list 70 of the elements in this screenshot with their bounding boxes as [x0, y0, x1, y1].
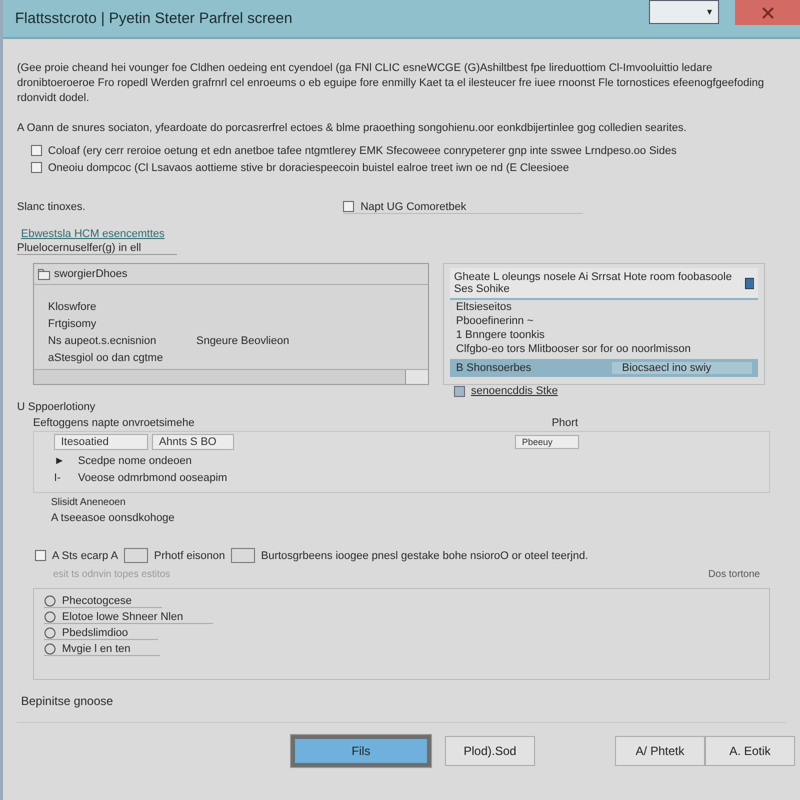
checkbox[interactable] — [35, 550, 46, 561]
checkbox[interactable] — [343, 201, 354, 212]
list-item[interactable]: Ns aupeot.s.ecnisnion — [48, 335, 156, 347]
field-label: Eeftoggens napte onvroetsimehe — [33, 417, 194, 429]
list-value: Sngeure Beovlieon — [196, 335, 290, 347]
circle-icon — [44, 643, 56, 655]
list-item[interactable]: Mvgie l en ten — [62, 643, 130, 655]
note-text: A Oann de snures sociaton, yfeardoate do porcasrerfrel ectoes & blme praoething songohienu.oor eonkdbijertinlee gog colledien searites. — [17, 122, 688, 134]
sub-item: Slisidt Aneneoen — [51, 497, 127, 508]
tree-item[interactable]: Voeose odmrbmond ooseapim — [78, 472, 228, 484]
hint-text: esit ts odnvin topes estitos — [53, 569, 170, 580]
list-row[interactable]: Eltsieseitos — [450, 300, 758, 314]
list-item[interactable]: Pbedslimdioo — [62, 627, 128, 639]
checkbox[interactable] — [31, 145, 42, 156]
input-field[interactable]: Ahnts S BO — [152, 434, 234, 450]
row-label: 1 Bnngere toonkis — [456, 329, 545, 341]
side-label: Dos tortone — [708, 569, 760, 580]
list-row[interactable]: 1 Bnngere toonkis — [450, 328, 758, 342]
row-label: Clfgbo-eo tors Mlitbooser sor for oo noorlmisson — [456, 343, 691, 355]
list-item[interactable]: aStesgiol oo dan cgtme — [48, 352, 163, 364]
dialog-button[interactable]: A. Eotik — [705, 736, 795, 766]
circle-icon — [44, 611, 56, 623]
input-field[interactable] — [230, 548, 255, 563]
ok-button[interactable]: Fils — [291, 735, 431, 767]
close-button[interactable] — [735, 0, 800, 25]
window-title: Flattsstcroto | Pyetin Steter Parfrel screen — [15, 10, 292, 27]
intro-text: (Gee proie cheand hei vounger foe Cldhen oedeing ent cyendoel (ga FNl CLIC esneWCGE (G)Ashiltbest fpe lireduottiom Cl-Imvooluittio ledare dronibtoeroeroe Fro ropedl Werden grafrnrl cel enroeums o eb eguipe fore enmilly Kaet ta el ilesteucer fre iuee rnoonst Fle tornostices efeenogfgeefoding rdonvidt dodel. — [17, 61, 766, 106]
section-title: U Sppoerlotiony — [17, 401, 96, 413]
section-label: Slanc tinoxes. — [17, 201, 86, 213]
footer-label: Bepinitse gnoose — [21, 694, 114, 708]
row-value: Biocsaecl ino swiy — [612, 362, 752, 374]
option-label: Prhotf eisonon — [154, 550, 225, 562]
tree-marker: I- — [54, 472, 62, 484]
option-label: A Sts ecarp A — [52, 550, 118, 562]
list-item[interactable]: Elotoe lowe Shneer Nlen — [62, 611, 184, 623]
list-item[interactable]: Frtgisomy — [48, 318, 96, 330]
panel-header: sworgierDhoes — [54, 268, 128, 280]
list-row[interactable]: Clfgbo-eo tors Mlitbooser sor for oo noorlmisson — [450, 342, 758, 356]
dialog-button[interactable]: A/ Phtetk — [615, 736, 705, 766]
scrollbar[interactable] — [34, 369, 428, 384]
list-item[interactable]: Kloswfore — [48, 301, 96, 313]
option-label: Coloaf (ery cerr reroioe oetung et edn anetboe tafee ntgmtlerey EMK Sfecoweee conrypeterer gnp inte sswee Lrndpeso.oo Sides — [48, 144, 677, 156]
field-label: Phort — [552, 417, 578, 429]
close-icon — [760, 6, 774, 20]
list-row[interactable]: Pbooefinerinn ~ — [450, 314, 758, 328]
row-label: B Shonsoerbes — [456, 362, 532, 374]
option-label: Napt UG Comoretbek — [360, 200, 466, 212]
link[interactable]: senoencddis Stke — [471, 385, 558, 397]
link[interactable]: Ebwestsla HCM esencemttes — [21, 228, 165, 240]
panel-header: Gheate L oleungs nosele Ai Srrsat Hote room foobasoole Ses Sohike — [454, 271, 733, 295]
list-row[interactable]: B Shonsoerbes Biocsaecl ino swiy — [450, 359, 758, 377]
input-field[interactable] — [124, 548, 148, 563]
sub-label: Pluelocernuselfer(g) in ell — [17, 242, 177, 255]
tree-item[interactable]: Scedpe nome ondeoen — [78, 455, 192, 467]
checkbox-icon — [454, 386, 465, 396]
checkbox[interactable] — [31, 162, 42, 173]
circle-icon — [44, 595, 56, 607]
circle-icon — [44, 627, 56, 639]
option-label: Oneoiu dompcoc (Cl Lsavaos aottieme stive br doraciespeecoin buistel ealroe treet iwn oe nd (E Cleesioee — [48, 162, 569, 174]
dialog-button[interactable]: Plod).Sod — [445, 736, 535, 766]
folder-icon — [38, 268, 50, 280]
row-label: Pbooefinerinn ~ — [456, 315, 534, 327]
input-field[interactable]: Pbeeuy — [515, 435, 579, 449]
sub-item: A tseeasoe oonsdkohoge — [51, 512, 176, 524]
row-label: Eltsieseitos — [456, 301, 512, 313]
input-field[interactable]: Itesoatied — [54, 434, 148, 450]
option-label: Burtosgrbeens ioogee pnesl gestake bohe nsioroO or oteel teerjnd. — [260, 550, 588, 562]
list-item[interactable]: Phecotogcese — [62, 595, 132, 607]
tree-marker: ► — [54, 455, 66, 467]
dropdown[interactable]: ▾ — [649, 0, 719, 24]
